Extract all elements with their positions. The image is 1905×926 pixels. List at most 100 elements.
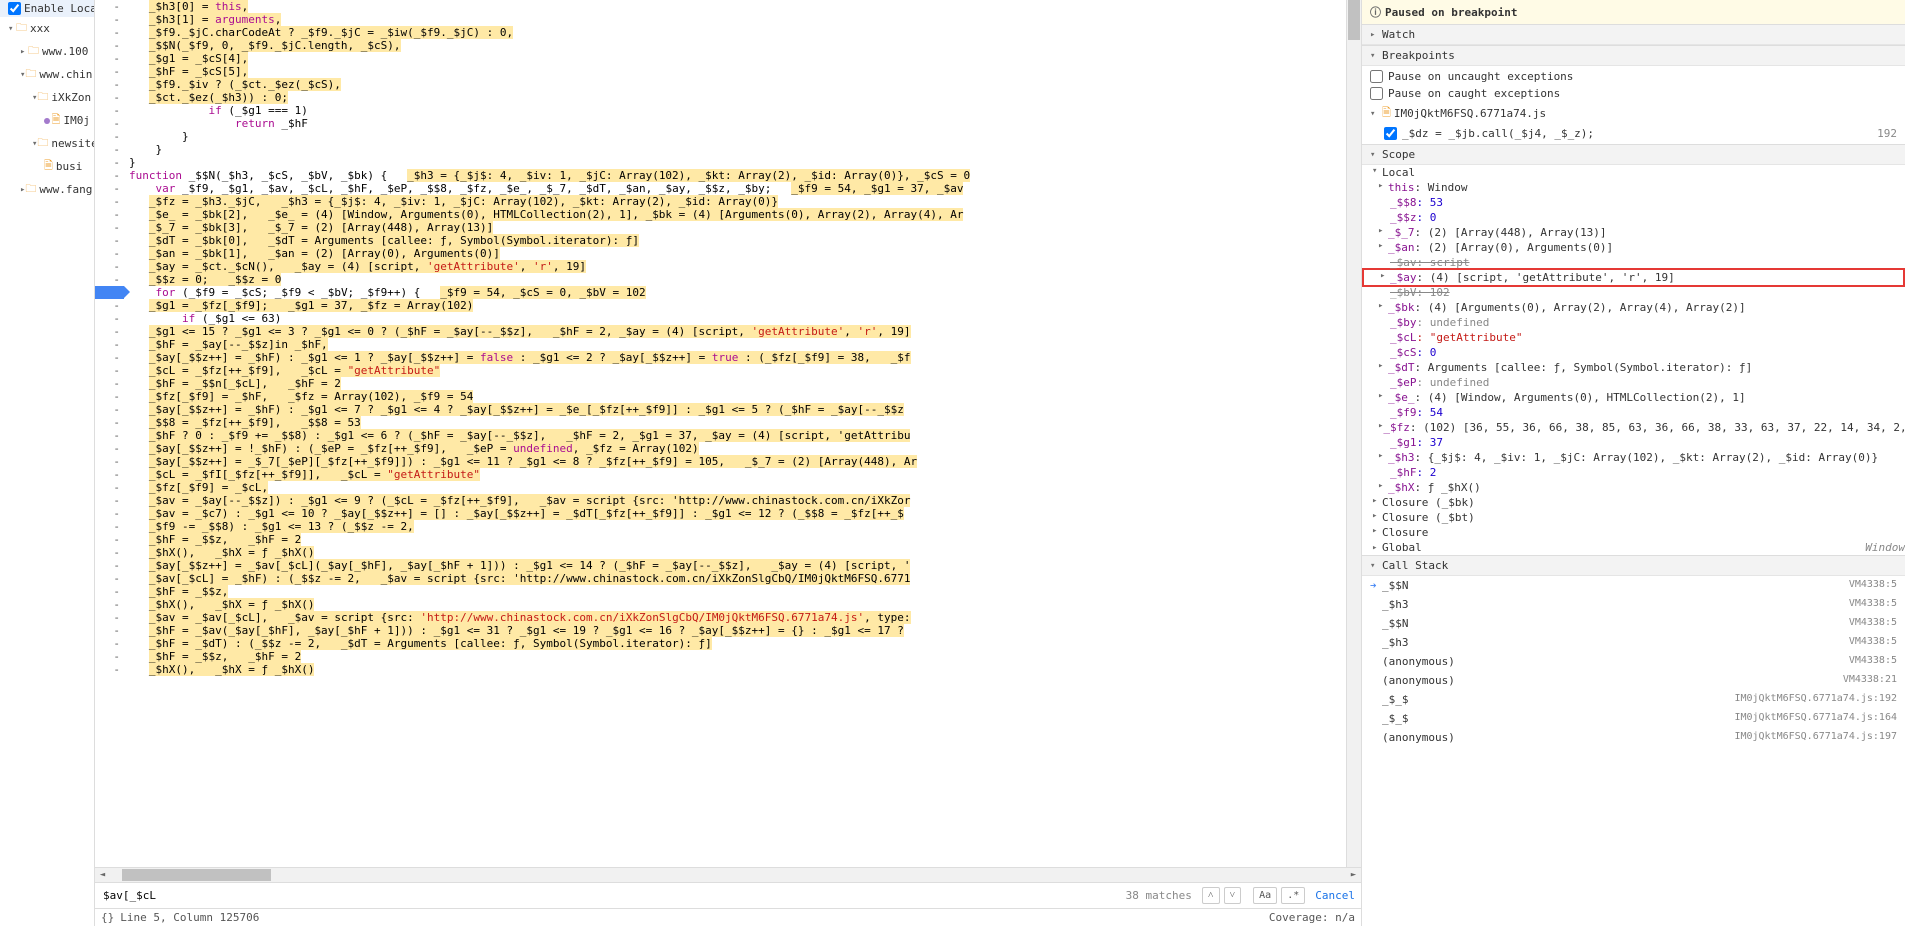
- scope-global[interactable]: ▸ Global Window: [1362, 540, 1905, 555]
- tree-folder-xxx[interactable]: ▾ 🗀 xxx: [0, 17, 94, 40]
- code-line[interactable]: var _$f9, _$g1, _$av, _$cL, _$hF, _$eP, …: [129, 182, 1346, 195]
- code-line[interactable]: _$h3[0] = this,: [129, 0, 1346, 13]
- code-line[interactable]: _$cL = _$fI[_$fz[++_$f9]], _$cL = "getAt…: [129, 468, 1346, 481]
- scope-variable[interactable]: _$by: undefined: [1362, 315, 1905, 330]
- code-line[interactable]: _$hX(), _$hX = ƒ _$hX(): [129, 546, 1346, 559]
- code-line[interactable]: _$hF = _$$z, _$hF = 2: [129, 533, 1346, 546]
- code-line[interactable]: }: [129, 156, 1346, 169]
- watch-section[interactable]: ▸ Watch: [1362, 24, 1905, 45]
- code-line[interactable]: _$g1 <= 15 ? _$g1 <= 3 ? _$g1 <= 0 ? (_$…: [129, 325, 1346, 338]
- scroll-left-icon[interactable]: ◄: [95, 870, 110, 880]
- scope-variable[interactable]: _$hF: 2: [1362, 465, 1905, 480]
- scope-variable[interactable]: _$bV: 102: [1362, 285, 1905, 300]
- code-line[interactable]: _$hF = _$$z,: [129, 585, 1346, 598]
- search-regex-button[interactable]: .*: [1281, 887, 1305, 904]
- search-prev-button[interactable]: ˄: [1202, 887, 1220, 904]
- scope-variable[interactable]: ▸_$e_: (4) [Window, Arguments(0), HTMLCo…: [1362, 390, 1905, 405]
- search-case-button[interactable]: Aa: [1253, 887, 1277, 904]
- callstack-frame[interactable]: (anonymous)IM0jQktM6FSQ.6771a74.js:197: [1362, 728, 1905, 747]
- enable-local-checkbox[interactable]: [8, 2, 21, 15]
- code-line[interactable]: }: [129, 143, 1346, 156]
- code-line[interactable]: function _$$N(_$h3, _$cS, _$bV, _$bk) { …: [129, 169, 1346, 182]
- code-line[interactable]: _$f9._$jC.charCodeAt ? _$f9._$jC = _$iw(…: [129, 26, 1346, 39]
- tree-folder-wwwchin[interactable]: ▾ 🗀 www.chin: [0, 63, 94, 86]
- callstack-frame[interactable]: _$_$IM0jQktM6FSQ.6771a74.js:164: [1362, 709, 1905, 728]
- scope-variable[interactable]: _$eP: undefined: [1362, 375, 1905, 390]
- breakpoint-file-row[interactable]: ▾ 🗎 IM0jQktM6FSQ.6771a74.js: [1370, 102, 1897, 125]
- code-line[interactable]: _$an = _$bk[1], _$an = (2) [Array(0), Ar…: [129, 247, 1346, 260]
- code-line[interactable]: _$h3[1] = arguments,: [129, 13, 1346, 26]
- scope-variable[interactable]: _$$z: 0: [1362, 210, 1905, 225]
- callstack-frame[interactable]: _$$NVM4338:5: [1362, 614, 1905, 633]
- tree-folder-newsite[interactable]: ▾ 🗀 newsite: [0, 132, 94, 155]
- code-line[interactable]: _$$z = 0; _$$z = 0: [129, 273, 1346, 286]
- breakpoint-entry[interactable]: _$dz = _$jb.call(_$j4, _$_z); 192: [1370, 125, 1897, 142]
- callstack-section[interactable]: ▾ Call Stack: [1362, 555, 1905, 576]
- scope-variable[interactable]: ▸this: Window: [1362, 180, 1905, 195]
- callstack-frame[interactable]: (anonymous)VM4338:5: [1362, 652, 1905, 671]
- scope-variable[interactable]: _$g1: 37: [1362, 435, 1905, 450]
- code-line[interactable]: for (_$f9 = _$cS; _$f9 < _$bV; _$f9++) {…: [129, 286, 1346, 299]
- code-line[interactable]: _$hF = _$$n[_$cL], _$hF = 2: [129, 377, 1346, 390]
- code-line[interactable]: _$g1 = _$fz[_$f9]; _$g1 = 37, _$fz = Arr…: [129, 299, 1346, 312]
- code-content[interactable]: _$h3[0] = this, _$h3[1] = arguments, _$f…: [125, 0, 1346, 867]
- scroll-track[interactable]: [110, 869, 1346, 881]
- tree-folder-www100[interactable]: ▸ 🗀 www.100: [0, 40, 94, 63]
- search-input[interactable]: [101, 887, 1118, 904]
- tree-enable-local[interactable]: Enable Local: [0, 0, 94, 17]
- code-line[interactable]: _$ay[_$$z++] = _$hF) : _$g1 <= 7 ? _$g1 …: [129, 403, 1346, 416]
- tree-folder-ixkzon[interactable]: ▾ 🗀 iXkZon: [0, 86, 94, 109]
- code-line[interactable]: _$$8 = _$fz[++_$f9], _$$8 = 53: [129, 416, 1346, 429]
- tree-file-busi[interactable]: 🗎 busi: [0, 155, 94, 178]
- code-line[interactable]: _$hF = _$ay[--_$$z]in _$hF,: [129, 338, 1346, 351]
- callstack-frame[interactable]: _$_$IM0jQktM6FSQ.6771a74.js:192: [1362, 690, 1905, 709]
- scope-closure-bt[interactable]: ▸ Closure (_$bt): [1362, 510, 1905, 525]
- code-line[interactable]: if (_$g1 <= 63): [129, 312, 1346, 325]
- pause-uncaught-row[interactable]: Pause on uncaught exceptions: [1370, 68, 1897, 85]
- code-line[interactable]: _$e_ = _$bk[2], _$e_ = (4) [Window, Argu…: [129, 208, 1346, 221]
- scrollbar-thumb[interactable]: [1348, 0, 1360, 40]
- callstack-frame[interactable]: ➔_$$NVM4338:5: [1362, 576, 1905, 595]
- code-line[interactable]: _$fz[_$f9] = _$hF, _$fz = Array(102), _$…: [129, 390, 1346, 403]
- scope-variable[interactable]: _$$8: 53: [1362, 195, 1905, 210]
- scope-section[interactable]: ▾ Scope: [1362, 144, 1905, 165]
- code-line[interactable]: _$fz[_$f9] = _$cL,: [129, 481, 1346, 494]
- pause-caught-row[interactable]: Pause on caught exceptions: [1370, 85, 1897, 102]
- code-line[interactable]: _$av[_$cL] = _$hF) : (_$$z -= 2, _$av = …: [129, 572, 1346, 585]
- scope-variable[interactable]: ▸_$hX: ƒ _$hX(): [1362, 480, 1905, 495]
- callstack-frame[interactable]: _$h3VM4338:5: [1362, 633, 1905, 652]
- callstack-frame[interactable]: (anonymous)VM4338:21: [1362, 671, 1905, 690]
- code-line[interactable]: _$hF = _$av(_$ay[_$hF], _$ay[_$hF + 1]))…: [129, 624, 1346, 637]
- code-line[interactable]: _$hF = _$$z, _$hF = 2: [129, 650, 1346, 663]
- code-line[interactable]: _$$N(_$f9, 0, _$f9._$jC.length, _$cS),: [129, 39, 1346, 52]
- breakpoint-checkbox[interactable]: [1384, 127, 1397, 140]
- code-line[interactable]: _$ay[_$$z++] = _$_7[_$eP][_$fz[++_$f9]])…: [129, 455, 1346, 468]
- code-line[interactable]: _$hF = _$cS[5],: [129, 65, 1346, 78]
- tree-folder-wwwfang[interactable]: ▸ 🗀 www.fang: [0, 178, 94, 201]
- scope-variable[interactable]: _$f9: 54: [1362, 405, 1905, 420]
- scope-variable[interactable]: ▸_$fz: (102) [36, 55, 36, 66, 38, 85, 63…: [1362, 420, 1905, 435]
- scroll-right-icon[interactable]: ►: [1346, 870, 1361, 880]
- code-line[interactable]: _$g1 = _$cS[4],: [129, 52, 1346, 65]
- code-line[interactable]: _$av = _$av[_$cL], _$av = script {src: '…: [129, 611, 1346, 624]
- horizontal-scrollbar[interactable]: ◄ ►: [95, 867, 1361, 882]
- scope-variable[interactable]: ▸_$_7: (2) [Array(448), Array(13)]: [1362, 225, 1905, 240]
- scope-variable[interactable]: ▸_$bk: (4) [Arguments(0), Array(2), Arra…: [1362, 300, 1905, 315]
- code-line[interactable]: _$av = _$ay[--_$$z]) : _$g1 <= 9 ? (_$cL…: [129, 494, 1346, 507]
- scope-variable[interactable]: _$cS: 0: [1362, 345, 1905, 360]
- scope-closure[interactable]: ▸ Closure: [1362, 525, 1905, 540]
- code-line[interactable]: _$hX(), _$hX = ƒ _$hX(): [129, 663, 1346, 676]
- breakpoints-section[interactable]: ▾ Breakpoints: [1362, 45, 1905, 66]
- code-line[interactable]: _$fz = _$h3._$jC, _$h3 = {_$j$: 4, _$iv:…: [129, 195, 1346, 208]
- tree-file-im0j[interactable]: 🗎 IM0j: [0, 109, 94, 132]
- code-line[interactable]: _$hF ? 0 : _$f9 += _$$8) : _$g1 <= 6 ? (…: [129, 429, 1346, 442]
- search-cancel-button[interactable]: Cancel: [1315, 889, 1355, 902]
- code-line[interactable]: _$hX(), _$hX = ƒ _$hX(): [129, 598, 1346, 611]
- code-line[interactable]: _$ay[_$$z++] = _$hF) : _$g1 <= 1 ? _$ay[…: [129, 351, 1346, 364]
- format-icon[interactable]: {}: [101, 911, 114, 924]
- vertical-scrollbar[interactable]: [1346, 0, 1361, 867]
- code-line[interactable]: _$f9 -= _$$8) : _$g1 <= 13 ? (_$$z -= 2,: [129, 520, 1346, 533]
- pause-caught-checkbox[interactable]: [1370, 87, 1383, 100]
- code-line[interactable]: _$dT = _$bk[0], _$dT = Arguments [callee…: [129, 234, 1346, 247]
- scope-local[interactable]: ▾ Local: [1362, 165, 1905, 180]
